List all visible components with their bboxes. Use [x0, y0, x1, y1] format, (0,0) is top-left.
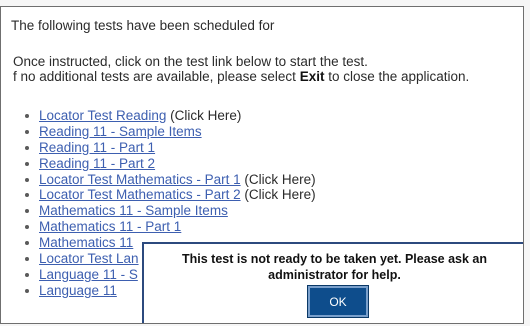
list-item: Locator Test Mathematics - Part 2 (Click…	[23, 187, 316, 203]
list-item: Locator Test Mathematics - Part 1 (Click…	[23, 172, 316, 188]
bullet-icon	[25, 177, 29, 182]
test-launcher-window: The following tests have been scheduled …	[0, 6, 524, 324]
bullet-icon	[25, 193, 29, 198]
bullet-icon	[25, 288, 29, 293]
bullet-icon	[25, 145, 29, 150]
exit-instruction: f no additional tests are available, ple…	[13, 69, 469, 84]
test-link-locator-reading[interactable]: Locator Test Reading	[39, 108, 166, 123]
exit-prefix-text: f no additional tests are available, ple…	[13, 69, 300, 84]
ok-button[interactable]: OK	[308, 286, 368, 317]
instruction-text: Once instructed, click on the test link …	[13, 54, 368, 69]
bullet-icon	[25, 257, 29, 262]
test-link-locator-math-part-1[interactable]: Locator Test Mathematics - Part 1	[39, 172, 241, 187]
click-here-hint: (Click Here)	[240, 171, 316, 187]
scheduled-text: The following tests have been scheduled …	[11, 18, 275, 33]
test-link-language-11[interactable]: Language 11	[39, 283, 117, 298]
bullet-icon	[25, 209, 29, 214]
test-link-math-part-2[interactable]: Mathematics 11	[39, 235, 133, 250]
bullet-icon	[25, 225, 29, 230]
list-item: Reading 11 - Part 2	[23, 156, 316, 172]
test-link-reading-part-2[interactable]: Reading 11 - Part 2	[39, 156, 155, 171]
exit-word: Exit	[299, 69, 325, 84]
test-link-locator-language[interactable]: Locator Test Lan	[39, 251, 139, 266]
list-item: Locator Test Reading (Click Here)	[23, 108, 316, 124]
dialog-message: This test is not ready to be taken yet. …	[182, 252, 487, 282]
test-link-math-sample[interactable]: Mathematics 11 - Sample Items	[39, 203, 228, 218]
list-item: Mathematics 11 - Part 1	[23, 219, 316, 235]
click-here-hint: (Click Here)	[240, 187, 316, 203]
test-link-language-sample[interactable]: Language 11 - S	[39, 267, 138, 282]
list-item: Reading 11 - Part 1	[23, 140, 316, 156]
bullet-icon	[25, 114, 29, 118]
click-here-hint: (Click Here)	[166, 108, 242, 123]
bullet-icon	[25, 129, 29, 134]
bullet-icon	[25, 272, 29, 277]
test-link-locator-math-part-2[interactable]: Locator Test Mathematics - Part 2	[39, 187, 241, 202]
bullet-icon	[25, 241, 29, 246]
exit-suffix-text: to close the application.	[324, 69, 470, 84]
test-link-math-part-1[interactable]: Mathematics 11 - Part 1	[39, 219, 181, 234]
not-ready-dialog: This test is not ready to be taken yet. …	[142, 242, 523, 323]
list-item: Reading 11 - Sample Items	[23, 124, 316, 140]
list-item: Mathematics 11 - Sample Items	[23, 203, 316, 219]
test-link-reading-sample[interactable]: Reading 11 - Sample Items	[39, 124, 202, 139]
bullet-icon	[25, 161, 29, 166]
test-link-reading-part-1[interactable]: Reading 11 - Part 1	[39, 140, 155, 155]
